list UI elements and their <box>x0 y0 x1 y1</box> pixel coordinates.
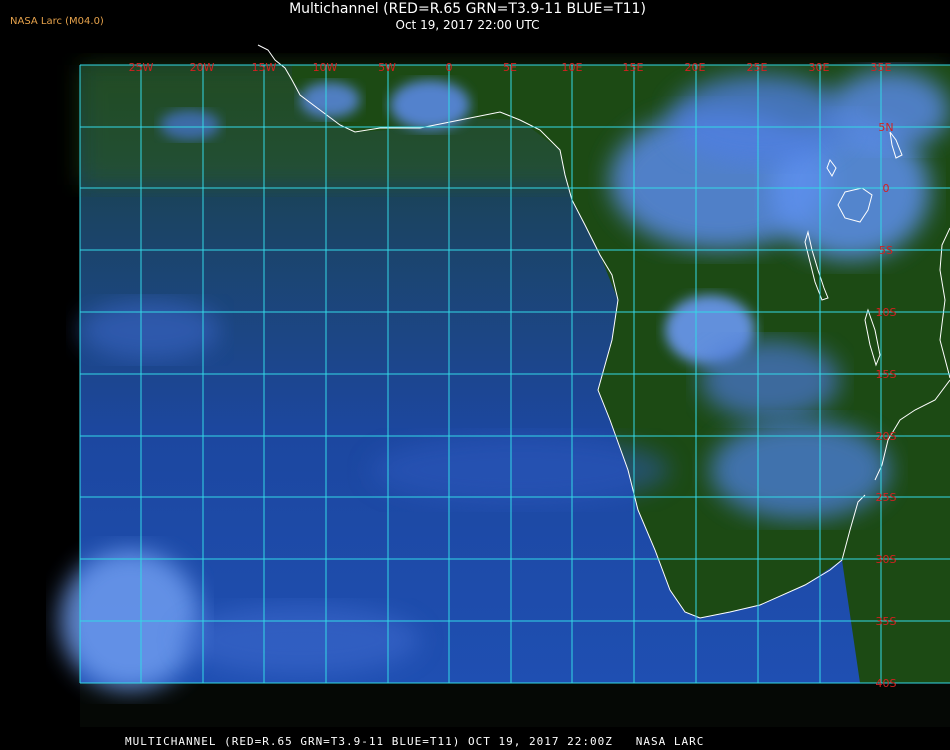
longitude-label: 15W <box>252 61 277 74</box>
longitude-label: 5E <box>503 61 517 74</box>
longitude-label: 35E <box>871 61 892 74</box>
longitude-label: 15E <box>623 61 644 74</box>
longitude-label: 5W <box>378 61 396 74</box>
longitude-label: 0 <box>446 61 453 74</box>
longitude-label: 20W <box>190 61 215 74</box>
latitude-label: 0 <box>883 182 890 195</box>
latitude-label: 25S <box>876 491 897 504</box>
latitude-label: 30S <box>876 553 897 566</box>
latitude-label: 35S <box>876 615 897 628</box>
longitude-label: 25E <box>747 61 768 74</box>
latitude-label: 40S <box>876 677 897 690</box>
longitude-label: 25W <box>129 61 154 74</box>
longitude-label: 30E <box>809 61 830 74</box>
longitude-label: 20E <box>685 61 706 74</box>
satellite-map: 25W 20W 15W 10W 5W 0 5E 10E 15E 20E 25E 30E 35E 5N 0 5… <box>60 44 950 727</box>
latitude-label: 20S <box>876 430 897 443</box>
latitude-label: 5S <box>879 244 893 257</box>
footer-caption: MULTICHANNEL (RED=R.65 GRN=T3.9-11 BLUE=… <box>125 735 705 748</box>
longitude-label: 10E <box>562 61 583 74</box>
latitude-label: 15S <box>876 368 897 381</box>
longitude-label: 10W <box>313 61 338 74</box>
latitude-label: 5N <box>878 121 893 134</box>
latitude-label: 10S <box>876 306 897 319</box>
